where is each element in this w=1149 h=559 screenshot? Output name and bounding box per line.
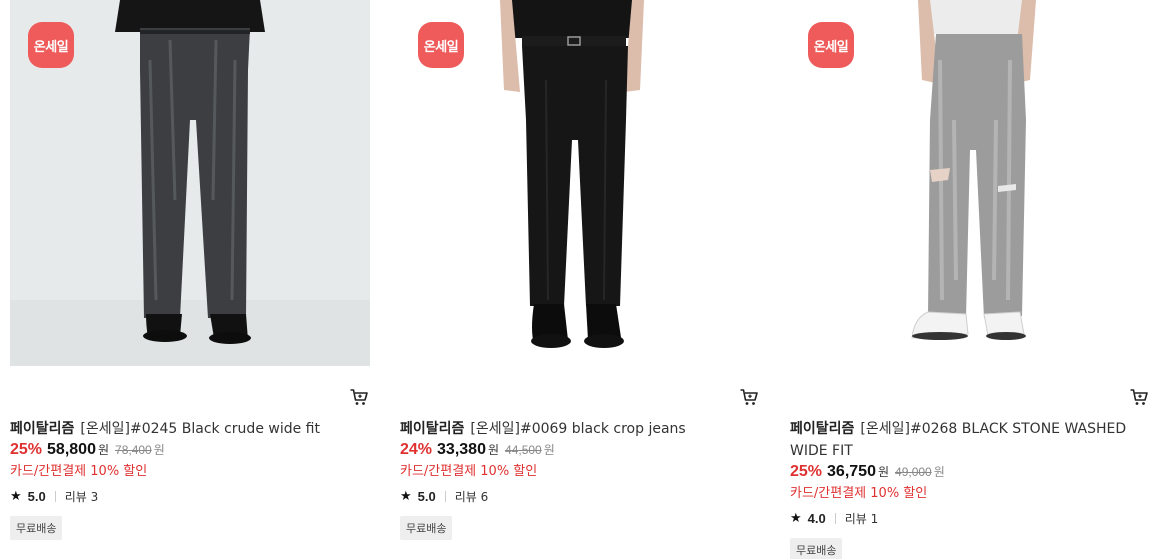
discount-rate: 25% xyxy=(790,463,823,480)
review-count[interactable]: 리뷰 1 xyxy=(845,510,879,527)
brand-name[interactable]: 페이탈리즘 xyxy=(790,421,854,437)
product-image[interactable]: 온세일 xyxy=(400,0,760,366)
price-row: 25% 58,800 원 78,400 원 xyxy=(10,441,370,463)
product-name[interactable]: [온세일]#0069 black crop jeans xyxy=(470,421,685,437)
product-name[interactable]: [온세일]#0245 Black crude wide fit xyxy=(80,421,320,437)
original-price: 49,000 xyxy=(895,465,932,479)
product-card[interactable]: 온세일 페이탈리즘 [온세일]#0245 Black crude wide fit… xyxy=(10,0,370,540)
product-title[interactable]: 페이탈리즘 [온세일]#0245 Black crude wide fit xyxy=(10,418,370,440)
star-icon: ★ xyxy=(400,488,412,503)
brand-name[interactable]: 페이탈리즘 xyxy=(10,421,74,437)
star-icon: ★ xyxy=(790,510,802,525)
price-row: 24% 33,380 원 44,500 원 xyxy=(400,441,760,463)
currency-unit: 원 xyxy=(487,443,500,457)
divider xyxy=(54,490,56,502)
currency-unit: 원 xyxy=(97,443,110,457)
original-currency-unit: 원 xyxy=(153,443,165,457)
rating-score: 4.0 xyxy=(807,510,826,526)
rating-row: ★ 5.0 리뷰 3 xyxy=(10,487,370,505)
free-shipping-tag: 무료배송 xyxy=(790,538,843,559)
price-row: 25% 36,750 원 49,000 원 xyxy=(790,463,1149,485)
rating-score: 5.0 xyxy=(27,488,46,504)
original-currency-unit: 원 xyxy=(543,443,555,457)
on-sale-badge: 온세일 xyxy=(808,22,854,68)
add-to-cart-icon[interactable] xyxy=(1129,387,1149,407)
on-sale-badge: 온세일 xyxy=(418,22,464,68)
star-icon: ★ xyxy=(10,488,22,503)
brand-name[interactable]: 페이탈리즘 xyxy=(400,421,464,437)
rating-score: 5.0 xyxy=(417,488,436,504)
product-card[interactable]: 온세일 페이탈리즘 [온세일]#0268 BLACK STONE WASHED W… xyxy=(790,0,1149,559)
product-image[interactable]: 온세일 xyxy=(10,0,370,366)
sale-price: 33,380 xyxy=(437,441,486,458)
product-info: 페이탈리즘 [온세일]#0069 black crop jeans 24% 33,… xyxy=(400,418,760,540)
rating-row: ★ 4.0 리뷰 1 xyxy=(790,509,1149,527)
product-title[interactable]: 페이탈리즘 [온세일]#0069 black crop jeans xyxy=(400,418,760,440)
free-shipping-tag: 무료배송 xyxy=(10,516,63,540)
product-title[interactable]: 페이탈리즘 [온세일]#0268 BLACK STONE WASHED WIDE … xyxy=(790,418,1149,462)
card-discount-note: 카드/간편결제 10% 할인 xyxy=(790,486,928,501)
original-price: 78,400 xyxy=(115,443,152,457)
original-currency-unit: 원 xyxy=(933,465,945,479)
on-sale-badge: 온세일 xyxy=(28,22,74,68)
divider xyxy=(834,512,836,524)
add-to-cart-icon[interactable] xyxy=(739,387,759,407)
discount-rate: 24% xyxy=(400,441,433,458)
sale-price: 58,800 xyxy=(47,441,96,458)
product-info: 페이탈리즘 [온세일]#0245 Black crude wide fit 25%… xyxy=(10,418,370,540)
currency-unit: 원 xyxy=(877,465,890,479)
rating-row: ★ 5.0 리뷰 6 xyxy=(400,487,760,505)
add-to-cart-icon[interactable] xyxy=(349,387,369,407)
review-count[interactable]: 리뷰 3 xyxy=(65,488,99,505)
original-price: 44,500 xyxy=(505,443,542,457)
card-discount-note: 카드/간편결제 10% 할인 xyxy=(400,464,538,479)
product-image[interactable]: 온세일 xyxy=(790,0,1149,366)
divider xyxy=(444,490,446,502)
sale-price: 36,750 xyxy=(827,463,876,480)
free-shipping-tag: 무료배송 xyxy=(400,516,453,540)
product-card[interactable]: 온세일 페이탈리즘 [온세일]#0069 black crop jeans 24%… xyxy=(400,0,760,540)
review-count[interactable]: 리뷰 6 xyxy=(455,488,489,505)
discount-rate: 25% xyxy=(10,441,43,458)
card-discount-note: 카드/간편결제 10% 할인 xyxy=(10,464,148,479)
product-info: 페이탈리즘 [온세일]#0268 BLACK STONE WASHED WIDE … xyxy=(790,418,1149,559)
